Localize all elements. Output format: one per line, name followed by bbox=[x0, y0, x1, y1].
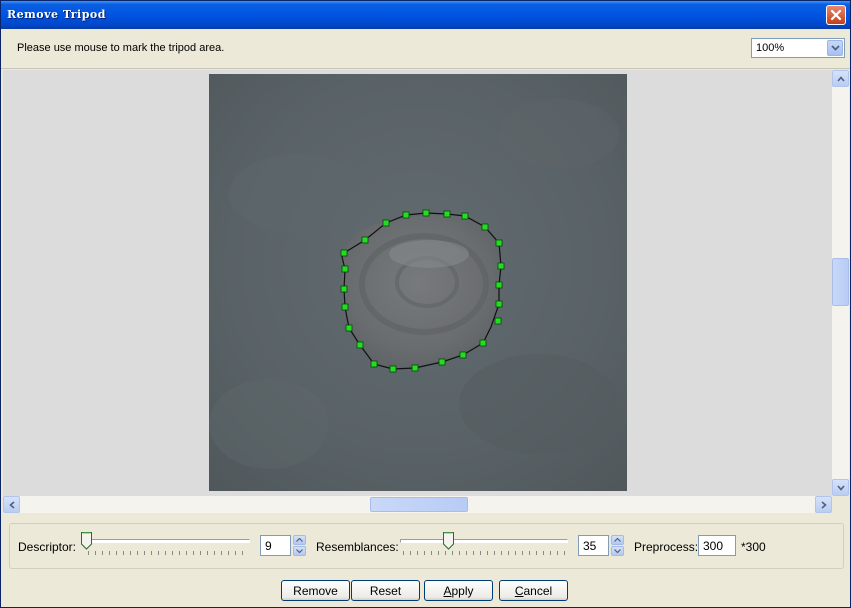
instruction-bar: Please use mouse to mark the tripod area… bbox=[1, 29, 850, 69]
marker[interactable] bbox=[370, 360, 378, 368]
marker[interactable] bbox=[341, 303, 349, 311]
scroll-down-button[interactable] bbox=[832, 479, 849, 496]
marker[interactable] bbox=[459, 351, 467, 359]
marker[interactable] bbox=[340, 249, 348, 257]
resemblances-slider-track[interactable] bbox=[400, 539, 568, 543]
photo-with-tripod-selection[interactable] bbox=[209, 74, 627, 491]
reset-button[interactable]: Reset bbox=[351, 580, 420, 601]
descriptor-slider-track[interactable] bbox=[84, 539, 250, 543]
marker[interactable] bbox=[481, 223, 489, 231]
resemblances-input[interactable]: 35 bbox=[578, 535, 609, 556]
chevron-down-icon[interactable] bbox=[827, 40, 843, 56]
resemblances-slider-thumb[interactable] bbox=[443, 532, 454, 550]
preprocess-input[interactable]: 300 bbox=[698, 535, 736, 556]
vertical-scrollbar[interactable] bbox=[832, 70, 849, 496]
vertical-scroll-thumb[interactable] bbox=[832, 258, 849, 306]
spin-down-icon[interactable] bbox=[611, 546, 624, 556]
marker[interactable] bbox=[389, 365, 397, 373]
resemblances-label: Resemblances: bbox=[316, 540, 399, 554]
marker[interactable] bbox=[341, 265, 349, 273]
chevron-up-icon bbox=[836, 75, 845, 82]
descriptor-value: 9 bbox=[265, 539, 272, 553]
marker[interactable] bbox=[361, 236, 369, 244]
marker[interactable] bbox=[345, 324, 353, 332]
remove-button[interactable]: Remove bbox=[281, 580, 350, 601]
horizontal-scroll-thumb[interactable] bbox=[370, 497, 468, 512]
cancel-button[interactable]: Cancel bbox=[499, 580, 568, 601]
zoom-select[interactable]: 100% bbox=[751, 38, 845, 58]
spin-up-icon[interactable] bbox=[611, 535, 624, 545]
close-icon bbox=[830, 9, 842, 21]
remove-button-label: Remove bbox=[293, 583, 338, 598]
remove-tripod-dialog: Remove Tripod Please use mouse to mark t… bbox=[0, 0, 851, 608]
zoom-value: 100% bbox=[756, 42, 785, 54]
descriptor-slider-thumb[interactable] bbox=[81, 532, 92, 550]
marker[interactable] bbox=[402, 211, 410, 219]
chevron-down-icon bbox=[836, 484, 845, 491]
descriptor-slider-ticks bbox=[88, 551, 248, 555]
chevron-left-icon bbox=[8, 500, 15, 509]
texture-spot bbox=[209, 379, 329, 469]
marker[interactable] bbox=[411, 364, 419, 372]
resemblances-value: 35 bbox=[583, 539, 597, 553]
instruction-text: Please use mouse to mark the tripod area… bbox=[17, 42, 225, 54]
image-canvas[interactable] bbox=[3, 70, 832, 496]
scroll-right-button[interactable] bbox=[815, 496, 832, 513]
close-button[interactable] bbox=[826, 5, 846, 25]
tripod-highlight bbox=[389, 240, 469, 268]
texture-spot bbox=[229, 154, 369, 234]
marker[interactable] bbox=[497, 262, 505, 270]
cancel-button-label: Cancel bbox=[514, 583, 553, 598]
texture-spot bbox=[499, 99, 619, 169]
title-bar[interactable]: Remove Tripod bbox=[1, 1, 850, 29]
resemblances-spinner[interactable] bbox=[611, 535, 624, 556]
marker[interactable] bbox=[495, 281, 503, 289]
scroll-up-button[interactable] bbox=[832, 70, 849, 87]
scroll-corner bbox=[832, 496, 849, 513]
parameters-group: Descriptor: 9 Resemblances: 35 Preproces… bbox=[9, 523, 844, 569]
marker[interactable] bbox=[438, 358, 446, 366]
spin-up-icon[interactable] bbox=[293, 535, 306, 545]
marker[interactable] bbox=[495, 300, 503, 308]
texture-spot bbox=[459, 354, 619, 454]
marker[interactable] bbox=[495, 239, 503, 247]
marker[interactable] bbox=[479, 339, 487, 347]
apply-button-label: Apply bbox=[443, 583, 474, 598]
preprocess-label: Preprocess: bbox=[634, 540, 699, 554]
descriptor-label: Descriptor: bbox=[18, 540, 77, 554]
marker[interactable] bbox=[340, 285, 348, 293]
reset-button-label: Reset bbox=[369, 583, 402, 598]
preprocess-value: 300 bbox=[703, 539, 724, 553]
scroll-left-button[interactable] bbox=[3, 496, 20, 513]
descriptor-input[interactable]: 9 bbox=[260, 535, 291, 556]
marker[interactable] bbox=[356, 341, 364, 349]
marker[interactable] bbox=[461, 212, 469, 220]
marker[interactable] bbox=[443, 210, 451, 218]
spin-down-icon[interactable] bbox=[293, 546, 306, 556]
marker[interactable] bbox=[494, 317, 502, 325]
window-title: Remove Tripod bbox=[7, 8, 106, 21]
marker[interactable] bbox=[382, 219, 390, 227]
chevron-right-icon bbox=[820, 500, 827, 509]
horizontal-scrollbar[interactable] bbox=[3, 496, 832, 513]
resemblances-slider-ticks bbox=[403, 551, 567, 555]
apply-button[interactable]: Apply bbox=[424, 580, 493, 601]
descriptor-spinner[interactable] bbox=[293, 535, 306, 556]
marker[interactable] bbox=[422, 209, 430, 217]
preprocess-suffix: *300 bbox=[741, 540, 766, 554]
